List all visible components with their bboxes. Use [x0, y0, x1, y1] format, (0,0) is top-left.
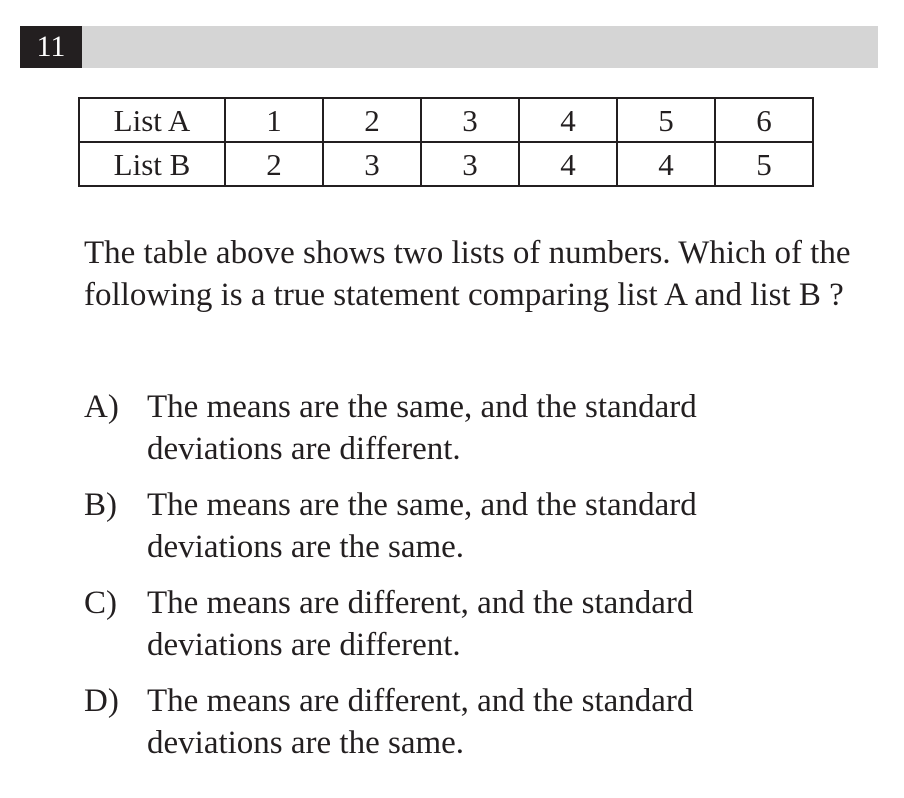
table-cell: 6	[714, 97, 814, 143]
choice-letter: B)	[84, 487, 117, 523]
lists-table: List A 1 2 3 4 5 6 List B 2 3 3 4 4 5	[78, 97, 814, 187]
choice-text: The means are the same, and the standard…	[147, 389, 697, 467]
choice-text: The means are different, and the standar…	[147, 585, 694, 663]
answer-choice-d[interactable]: D) The means are different, and the stan…	[84, 680, 804, 764]
table-cell: 5	[714, 141, 814, 187]
table-cell: 2	[322, 97, 422, 143]
choice-text: The means are different, and the standar…	[147, 683, 694, 761]
table-cell: 4	[518, 141, 618, 187]
choice-letter: C)	[84, 585, 117, 621]
table-cell: 3	[322, 141, 422, 187]
table-cell: 4	[616, 141, 716, 187]
answer-choice-b[interactable]: B) The means are the same, and the stand…	[84, 484, 804, 568]
choice-letter: A)	[84, 389, 119, 425]
question-header-bar	[20, 26, 878, 68]
row-label: List B	[78, 141, 226, 187]
answer-choices: A) The means are the same, and the stand…	[84, 386, 804, 778]
answer-choice-c[interactable]: C) The means are different, and the stan…	[84, 582, 804, 666]
question-number: 11	[20, 26, 82, 68]
choice-text: The means are the same, and the standard…	[147, 487, 697, 565]
row-label: List A	[78, 97, 226, 143]
table-cell: 2	[224, 141, 324, 187]
table-cell: 1	[224, 97, 324, 143]
table-cell: 5	[616, 97, 716, 143]
table-row-list-b: List B 2 3 3 4 4 5	[78, 141, 814, 187]
question-stem: The table above shows two lists of numbe…	[84, 235, 851, 313]
table-cell: 3	[420, 141, 520, 187]
answer-choice-a[interactable]: A) The means are the same, and the stand…	[84, 386, 804, 470]
table-cell: 3	[420, 97, 520, 143]
choice-letter: D)	[84, 683, 119, 719]
table-row-list-a: List A 1 2 3 4 5 6	[78, 97, 814, 143]
table-cell: 4	[518, 97, 618, 143]
